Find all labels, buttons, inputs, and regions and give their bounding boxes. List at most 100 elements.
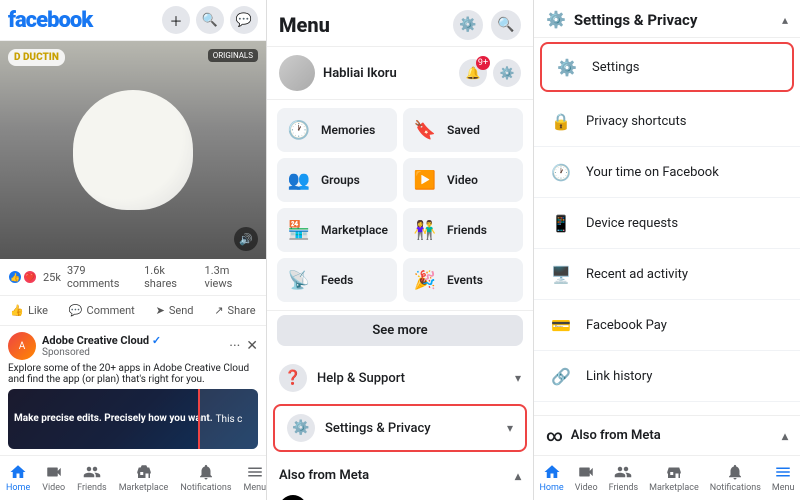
comment-button[interactable]: 💬Comment	[63, 300, 141, 321]
feeds-item[interactable]: 📡 Feeds	[277, 258, 397, 302]
ad-label: Recent ad activity	[586, 267, 688, 282]
fb-header-icons: ＋ 🔍 💬	[162, 6, 258, 34]
nav-home[interactable]: Home	[0, 460, 36, 496]
friends-icon: 👫	[411, 216, 439, 244]
sound-icon[interactable]: 🔊	[234, 227, 258, 251]
settings-item-settings[interactable]: ⚙️ Settings	[540, 42, 794, 92]
right-nav-notifications[interactable]: Notifications	[707, 460, 764, 496]
settings-item-dark[interactable]: 🌙 Dark mode	[534, 402, 800, 415]
ad-text: Explore some of the 20+ apps in Adobe Cr…	[8, 363, 258, 385]
feeds-label: Feeds	[321, 273, 353, 287]
right-nav-video[interactable]: Video	[572, 460, 601, 496]
help-icon: ❓	[279, 364, 307, 392]
settings-item-time[interactable]: 🕐 Your time on Facebook	[534, 147, 800, 198]
comments-count: 379 comments	[67, 264, 138, 290]
memories-item[interactable]: 🕐 Memories	[277, 108, 397, 152]
video-overlay-logo: D DUCTIN	[8, 49, 65, 66]
ad-icon: 🖥️	[546, 259, 576, 289]
friends-label: Friends	[447, 223, 487, 237]
settings-privacy-item[interactable]: ⚙️ Settings & Privacy ▾	[275, 406, 525, 450]
saved-label: Saved	[447, 123, 480, 137]
memories-label: Memories	[321, 123, 375, 137]
menu-header-icons: ⚙️ 🔍	[453, 10, 521, 40]
sp-header-icon: ⚙️	[546, 10, 566, 29]
share-button[interactable]: ↗Share	[208, 300, 261, 321]
menu-search-icon[interactable]: 🔍	[491, 10, 521, 40]
notification-badge: 9+	[476, 56, 490, 70]
events-item[interactable]: 🎉 Events	[403, 258, 523, 302]
right-also-meta: ∞ Also from Meta ▴	[534, 415, 800, 455]
right-panel: ⚙️ Settings & Privacy ▴ ⚙️ Settings 🔒 Pr…	[534, 0, 800, 500]
ad-image-text: Make precise edits. Precisely how you wa…	[8, 406, 219, 432]
video-icon: ▶️	[411, 166, 439, 194]
friends-item[interactable]: 👫 Friends	[403, 208, 523, 252]
menu-settings-user-icon[interactable]: ⚙️	[493, 59, 521, 87]
menu-title: Menu	[279, 13, 330, 37]
video-container[interactable]: D DUCTIN ORIGINALS 🔊	[0, 41, 266, 259]
ad-image[interactable]: Make precise edits. Precisely how you wa…	[8, 389, 258, 449]
ad-card: A Adobe Creative Cloud ✓ Sponsored ··· ✕…	[0, 326, 266, 455]
also-from-meta-section: Also from Meta ▴ @ Threads	[267, 458, 533, 500]
settings-item-ad[interactable]: 🖥️ Recent ad activity	[534, 249, 800, 300]
also-meta-chevron: ▴	[515, 469, 521, 483]
ad-card-header: A Adobe Creative Cloud ✓ Sponsored ··· ✕	[8, 332, 258, 360]
video-item[interactable]: ▶️ Video	[403, 158, 523, 202]
also-from-meta-header: Also from Meta ▴	[267, 462, 533, 489]
settings-item-link[interactable]: 🔗 Link history	[534, 351, 800, 402]
help-support-item[interactable]: ❓ Help & Support ▾	[267, 356, 533, 400]
menu-settings-icon[interactable]: ⚙️	[453, 10, 483, 40]
help-support-label: Help & Support	[317, 371, 405, 386]
video-originals-badge: ORIGINALS	[208, 49, 258, 62]
fb-logo: facebook	[8, 8, 92, 33]
love-reaction: ❤️	[23, 270, 37, 284]
menu-user-icons: 🔔 9+ ⚙️	[459, 59, 521, 87]
ad-title-group: Adobe Creative Cloud ✓ Sponsored	[42, 334, 161, 358]
groups-item[interactable]: 👥 Groups	[277, 158, 397, 202]
ad-close-button[interactable]: ✕	[246, 338, 258, 354]
memories-icon: 🕐	[285, 116, 313, 144]
nav-friends[interactable]: Friends	[71, 460, 113, 496]
help-support-section: ❓ Help & Support ▾	[267, 354, 533, 402]
ad-more-button[interactable]: ···	[229, 338, 240, 354]
right-nav-home[interactable]: Home	[536, 460, 566, 496]
reaction-icons: 👍 ❤️	[8, 270, 37, 284]
right-nav-marketplace[interactable]: Marketplace	[646, 460, 702, 496]
bottom-nav: Home Video Friends Marketplace Notificat…	[0, 455, 266, 500]
link-icon: 🔗	[546, 361, 576, 391]
like-button[interactable]: 👍Like	[4, 300, 54, 321]
settings-privacy-left: ⚙️ Settings & Privacy	[287, 414, 431, 442]
settings-privacy-icon-mid: ⚙️	[287, 414, 315, 442]
saved-icon: 🔖	[411, 116, 439, 144]
groups-label: Groups	[321, 173, 360, 187]
help-support-left: ❓ Help & Support	[279, 364, 405, 392]
settings-item-device[interactable]: 📱 Device requests	[534, 198, 800, 249]
nav-video[interactable]: Video	[36, 460, 71, 496]
see-more-button[interactable]: See more	[277, 315, 523, 346]
threads-item[interactable]: @ Threads	[267, 489, 533, 500]
messenger-icon[interactable]: 💬	[230, 6, 258, 34]
like-reaction: 👍	[8, 270, 22, 284]
menu-user-row[interactable]: Habliai Ikoru 🔔 9+ ⚙️	[267, 47, 533, 100]
settings-privacy-label: Settings & Privacy	[325, 421, 431, 436]
settings-icon: ⚙️	[552, 52, 582, 82]
saved-item[interactable]: 🔖 Saved	[403, 108, 523, 152]
settings-item-pay[interactable]: 💳 Facebook Pay	[534, 300, 800, 351]
add-icon[interactable]: ＋	[162, 6, 190, 34]
marketplace-item[interactable]: 🏪 Marketplace	[277, 208, 397, 252]
time-icon: 🕐	[546, 157, 576, 187]
device-icon: 📱	[546, 208, 576, 238]
pay-label: Facebook Pay	[586, 318, 667, 333]
right-nav-menu[interactable]: Menu	[769, 460, 798, 496]
right-nav-friends[interactable]: Friends	[606, 460, 642, 496]
help-chevron-icon: ▾	[515, 371, 521, 385]
views-count: 1.3m views	[205, 264, 258, 290]
nav-marketplace[interactable]: Marketplace	[113, 460, 175, 496]
nav-notifications[interactable]: Notifications	[174, 460, 237, 496]
nav-menu[interactable]: Menu	[237, 460, 267, 496]
settings-privacy-section: ⚙️ Settings & Privacy ▾	[273, 404, 527, 452]
reaction-count: 25k	[43, 271, 61, 284]
search-icon[interactable]: 🔍	[196, 6, 224, 34]
send-button[interactable]: ➤Send	[150, 300, 200, 321]
settings-item-privacy[interactable]: 🔒 Privacy shortcuts	[534, 96, 800, 147]
shares-count: 1.6k shares	[144, 264, 198, 290]
